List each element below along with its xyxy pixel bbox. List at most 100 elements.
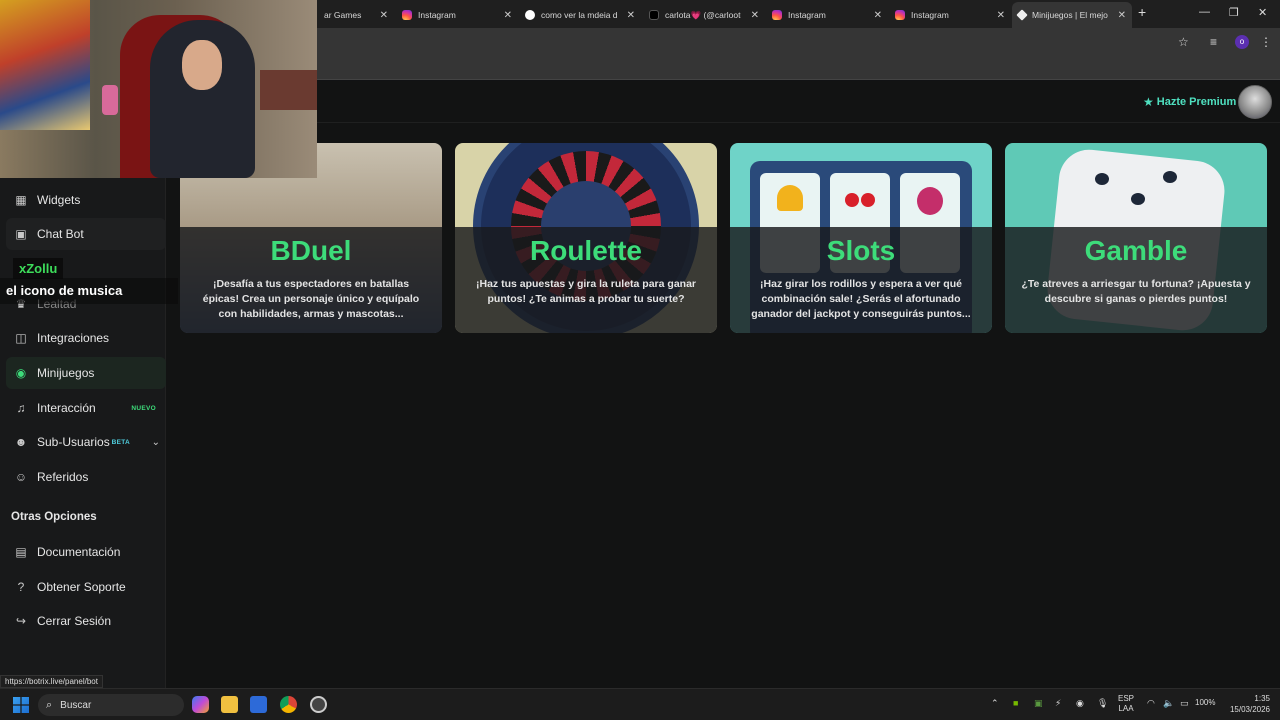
- sidebar-item-label: Chat Bot: [37, 227, 84, 241]
- nvidia-icon[interactable]: ■: [1013, 698, 1018, 708]
- minimize-icon[interactable]: —: [1199, 6, 1210, 18]
- sidebar-item-documentacion[interactable]: ▤ Documentación: [6, 536, 166, 568]
- sidebar-item-soporte[interactable]: ? Obtener Soporte: [6, 571, 166, 603]
- logout-icon: ↪: [15, 614, 27, 628]
- streamer-name-tag: xZollu: [13, 258, 64, 279]
- chevron-down-icon[interactable]: ⌄: [152, 437, 160, 448]
- shelf: [260, 70, 317, 110]
- card-title: Gamble: [1084, 235, 1188, 266]
- sidebar-item-chat-bot[interactable]: ▣ Chat Bot: [6, 218, 166, 250]
- clock[interactable]: 1:35 15/03/2026: [1226, 693, 1270, 715]
- tab-title: como ver la mdeia de: [541, 10, 617, 20]
- game-card-slots[interactable]: Slots ¡Haz girar los rodillos y espera a…: [730, 143, 992, 333]
- user-avatar[interactable]: [1238, 85, 1272, 119]
- tab-instagram-3[interactable]: Instagram ✕: [889, 4, 1011, 26]
- microphone-icon[interactable]: 🎙: [1097, 698, 1108, 709]
- card-title: Slots: [826, 235, 896, 266]
- sidebar-item-label: Minijuegos: [37, 366, 95, 380]
- sidebar-item-label: Integraciones: [37, 331, 110, 345]
- top-header: [166, 81, 1280, 123]
- profile-avatar[interactable]: o: [1235, 35, 1249, 49]
- file-explorer-icon[interactable]: [221, 696, 238, 713]
- windows-start-icon[interactable]: [13, 697, 29, 713]
- tab-title: Minijuegos | El mejor: [1032, 10, 1108, 20]
- close-icon[interactable]: ✕: [627, 10, 635, 21]
- tray-obs-icon[interactable]: ◉: [1076, 698, 1084, 709]
- language-indicator[interactable]: ESP LAA: [1118, 694, 1134, 714]
- tiktok-icon: [649, 10, 659, 20]
- tab-instagram-2[interactable]: Instagram ✕: [766, 4, 888, 26]
- card-title: BDuel: [270, 235, 352, 266]
- beta-badge: BETA: [111, 438, 130, 446]
- sidebar-item-label: Widgets: [37, 193, 81, 207]
- integrations-icon: ◫: [15, 331, 27, 345]
- app-tray-icon[interactable]: ▣: [1034, 698, 1043, 709]
- game-card-roulette[interactable]: Roulette ¡Haz tus apuestas y gira la rul…: [455, 143, 717, 333]
- tab-games[interactable]: ar Games ✕: [318, 4, 394, 26]
- chevron-up-icon[interactable]: ⌃: [991, 698, 999, 709]
- sidebar-item-sub-usuarios[interactable]: ☻ Sub-Usuarios BETA ⌄: [6, 426, 166, 458]
- tab-title: Instagram: [788, 10, 826, 20]
- google-icon: [525, 10, 535, 20]
- users-icon: ☻: [14, 435, 28, 449]
- sidebar-item-minijuegos[interactable]: ◉ Minijuegos: [6, 357, 166, 389]
- close-icon[interactable]: ✕: [504, 10, 512, 21]
- window-close-icon[interactable]: ✕: [1258, 6, 1267, 19]
- taskbar: ⌕ Buscar ⌃ ■ ▣ ⚡ ◉ 🎙 ESP LAA ◠ 🔈 ▭ 100% …: [0, 688, 1280, 720]
- volume-icon[interactable]: 🔈: [1163, 698, 1174, 709]
- sidebar-item-label: Cerrar Sesión: [37, 614, 112, 628]
- chrome-icon[interactable]: [280, 696, 297, 713]
- search-placeholder: Buscar: [60, 699, 92, 711]
- bookmark-star-icon[interactable]: ☆: [1178, 35, 1189, 49]
- sidebar-item-cerrar-sesion[interactable]: ↪ Cerrar Sesión: [6, 605, 166, 637]
- obs-icon[interactable]: [310, 696, 327, 713]
- card-description: ¿Te atreves a arriesgar tu fortuna? ¡Apu…: [1021, 278, 1251, 305]
- clock-time: 1:35: [1254, 694, 1270, 703]
- tab-title: Instagram: [418, 10, 456, 20]
- sidebar-item-integraciones[interactable]: ◫ Integraciones: [6, 322, 166, 354]
- tray-app-icon[interactable]: ⚡: [1055, 698, 1061, 709]
- instagram-icon: [895, 10, 905, 20]
- close-icon[interactable]: ✕: [380, 10, 388, 21]
- rgb-light: [102, 85, 118, 115]
- battery-icon[interactable]: ▭: [1180, 698, 1189, 709]
- close-icon[interactable]: ✕: [1118, 10, 1126, 21]
- sidebar-item-widgets[interactable]: ▦ Widgets: [6, 184, 166, 216]
- sidebar-item-interaccion[interactable]: ♫ Interacción NUEVO: [6, 392, 166, 424]
- store-icon[interactable]: [250, 696, 267, 713]
- card-description: ¡Desafía a tus espectadores en batallas …: [202, 278, 420, 320]
- instagram-icon: [402, 10, 412, 20]
- close-icon[interactable]: ✕: [751, 10, 759, 21]
- sidebar-item-label: Obtener Soporte: [37, 580, 126, 594]
- stream-caption: el icono de musica: [0, 278, 178, 304]
- media-control-icon[interactable]: ≡: [1210, 35, 1217, 49]
- sidebar-item-label: Referidos: [37, 470, 89, 484]
- premium-button[interactable]: ★ Hazte Premium: [1143, 95, 1236, 109]
- tab-minijuegos[interactable]: Minijuegos | El mejor ✕: [1012, 2, 1132, 28]
- maximize-icon[interactable]: ❐: [1229, 6, 1239, 19]
- card-description: ¡Haz girar los rodillos y espera a ver q…: [751, 278, 971, 320]
- streamer-face: [182, 40, 222, 90]
- game-card-gamble[interactable]: Gamble ¿Te atreves a arriesgar tu fortun…: [1005, 143, 1267, 333]
- taskbar-search[interactable]: ⌕ Buscar: [38, 694, 184, 716]
- new-tab-button[interactable]: +: [1138, 4, 1146, 20]
- keyboard-layout: LAA: [1118, 704, 1134, 713]
- close-icon[interactable]: ✕: [997, 10, 1005, 21]
- tab-google-search[interactable]: como ver la mdeia de ✕: [519, 4, 641, 26]
- wifi-icon[interactable]: ◠: [1147, 698, 1155, 709]
- copilot-icon[interactable]: [192, 696, 209, 713]
- card-title: Roulette: [530, 235, 642, 266]
- chat-bot-icon: ▣: [15, 227, 27, 241]
- tab-instagram-1[interactable]: Instagram ✕: [396, 4, 518, 26]
- tab-title: Instagram: [911, 10, 949, 20]
- tab-title: ar Games: [324, 10, 362, 20]
- music-icon: ♫: [16, 401, 26, 415]
- sidebar-item-referidos[interactable]: ☺ Referidos: [6, 461, 166, 493]
- close-icon[interactable]: ✕: [874, 10, 882, 21]
- menu-dots-icon[interactable]: ⋮: [1260, 35, 1272, 49]
- tab-tiktok[interactable]: carlota💗 (@carlootu ✕: [643, 4, 765, 26]
- status-url: https://botrix.live/panel/bot: [0, 675, 103, 688]
- section-title-otras-opciones: Otras Opciones: [11, 511, 97, 523]
- sidebar-item-label: Documentación: [37, 545, 121, 559]
- gamepad-icon: ◉: [15, 366, 27, 380]
